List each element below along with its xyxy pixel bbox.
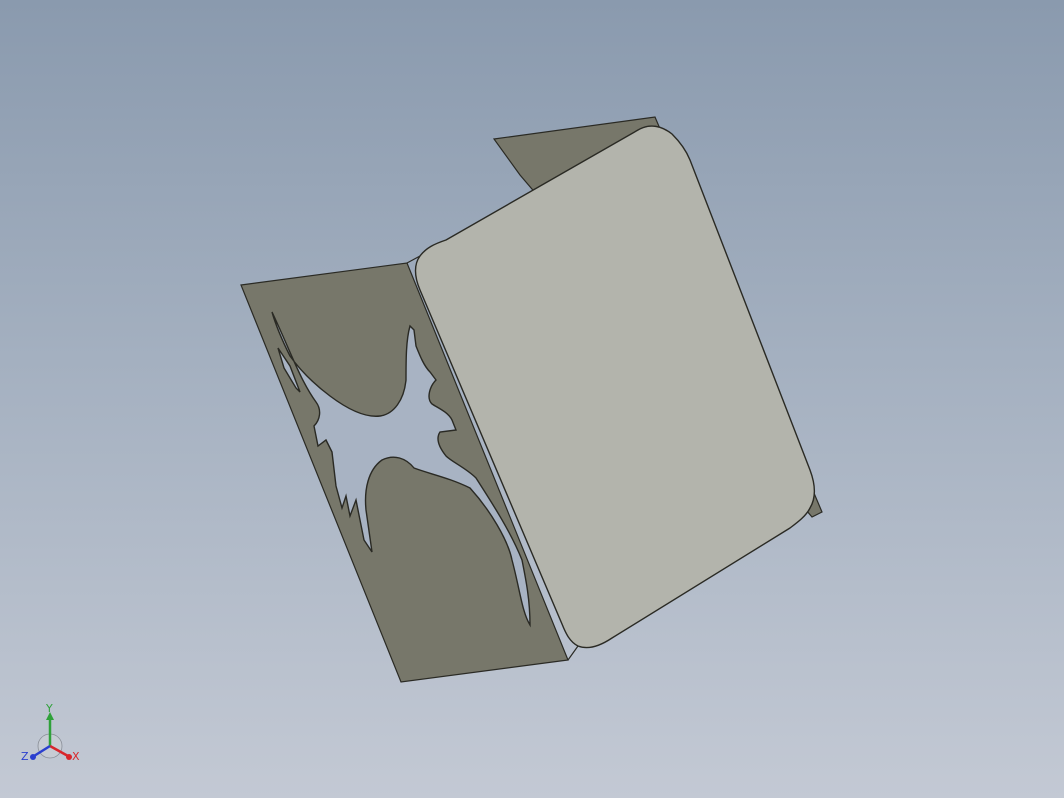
orientation-triad[interactable]: Y X Z bbox=[18, 700, 88, 770]
sheet-metal-model[interactable] bbox=[0, 0, 1064, 798]
z-axis-arrow-icon bbox=[30, 754, 36, 760]
z-axis-label: Z bbox=[21, 750, 29, 763]
graphics-viewport[interactable]: Y X Z bbox=[0, 0, 1064, 798]
y-axis-label: Y bbox=[45, 702, 53, 715]
x-axis-label: X bbox=[72, 750, 80, 763]
